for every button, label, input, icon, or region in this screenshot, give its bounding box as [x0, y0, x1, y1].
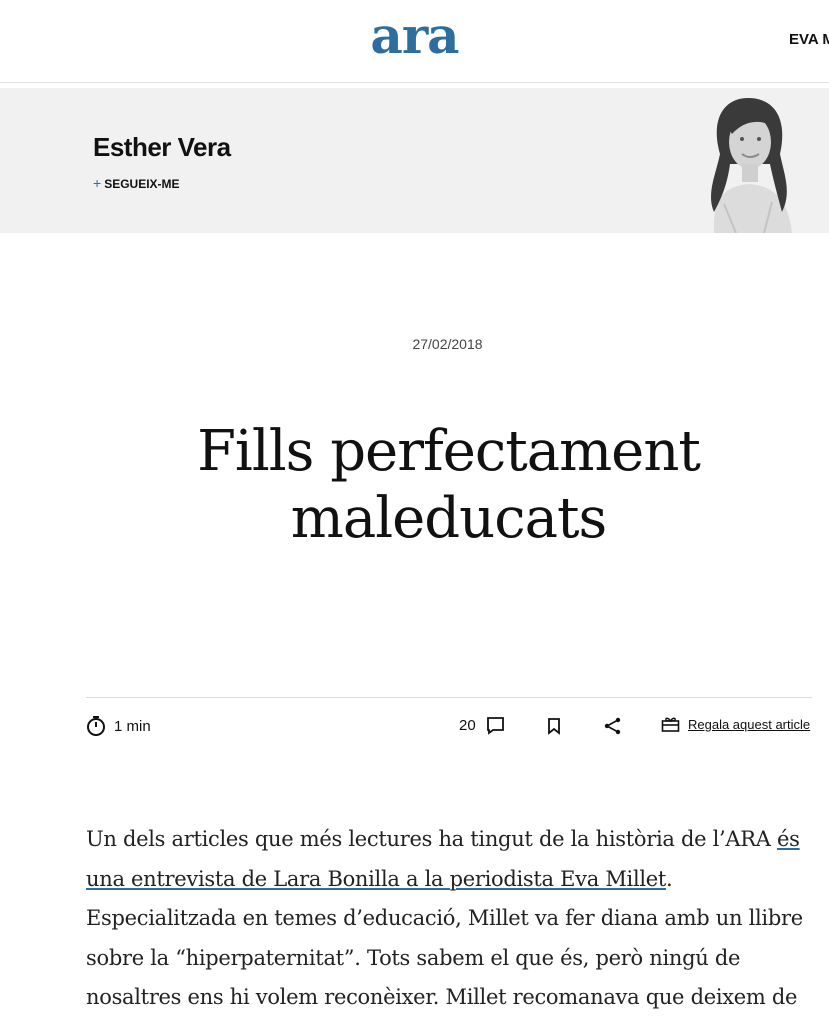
- header-author-link[interactable]: EVA M: [789, 31, 829, 48]
- article-body: Un dels articles que més lectures ha tin…: [86, 820, 806, 1018]
- reading-time-label: 1 min: [114, 717, 151, 735]
- site-logo[interactable]: ara: [0, 6, 829, 65]
- body-text-start: Un dels articles que més lectures ha tin…: [86, 827, 778, 851]
- share-icon: [604, 717, 621, 735]
- follow-label: SEGUEIX-ME: [104, 177, 180, 191]
- reading-time: 1 min: [86, 715, 151, 737]
- author-name[interactable]: Esther Vera: [93, 132, 231, 163]
- comments-button[interactable]: 20: [459, 716, 505, 735]
- comment-icon: [486, 717, 504, 735]
- divider: [86, 697, 812, 698]
- gift-article-link[interactable]: Regala aquest article: [661, 716, 810, 733]
- site-header: ara EVA M: [0, 0, 829, 83]
- author-avatar: [710, 98, 792, 233]
- follow-button[interactable]: + SEGUEIX-ME: [93, 175, 180, 191]
- bookmark-button[interactable]: [547, 717, 561, 735]
- stopwatch-icon: [87, 716, 105, 736]
- gift-label: Regala aquest article: [688, 717, 811, 732]
- comment-count: 20: [459, 717, 476, 734]
- plus-icon: +: [93, 175, 102, 191]
- gift-icon: [661, 717, 680, 732]
- bookmark-icon: [548, 718, 560, 735]
- author-band: Esther Vera + SEGUEIX-ME: [0, 88, 829, 233]
- article-title: Fills perfectament maleducats: [197, 419, 701, 551]
- share-button[interactable]: [603, 716, 623, 736]
- article-date: 27/02/2018: [412, 336, 483, 352]
